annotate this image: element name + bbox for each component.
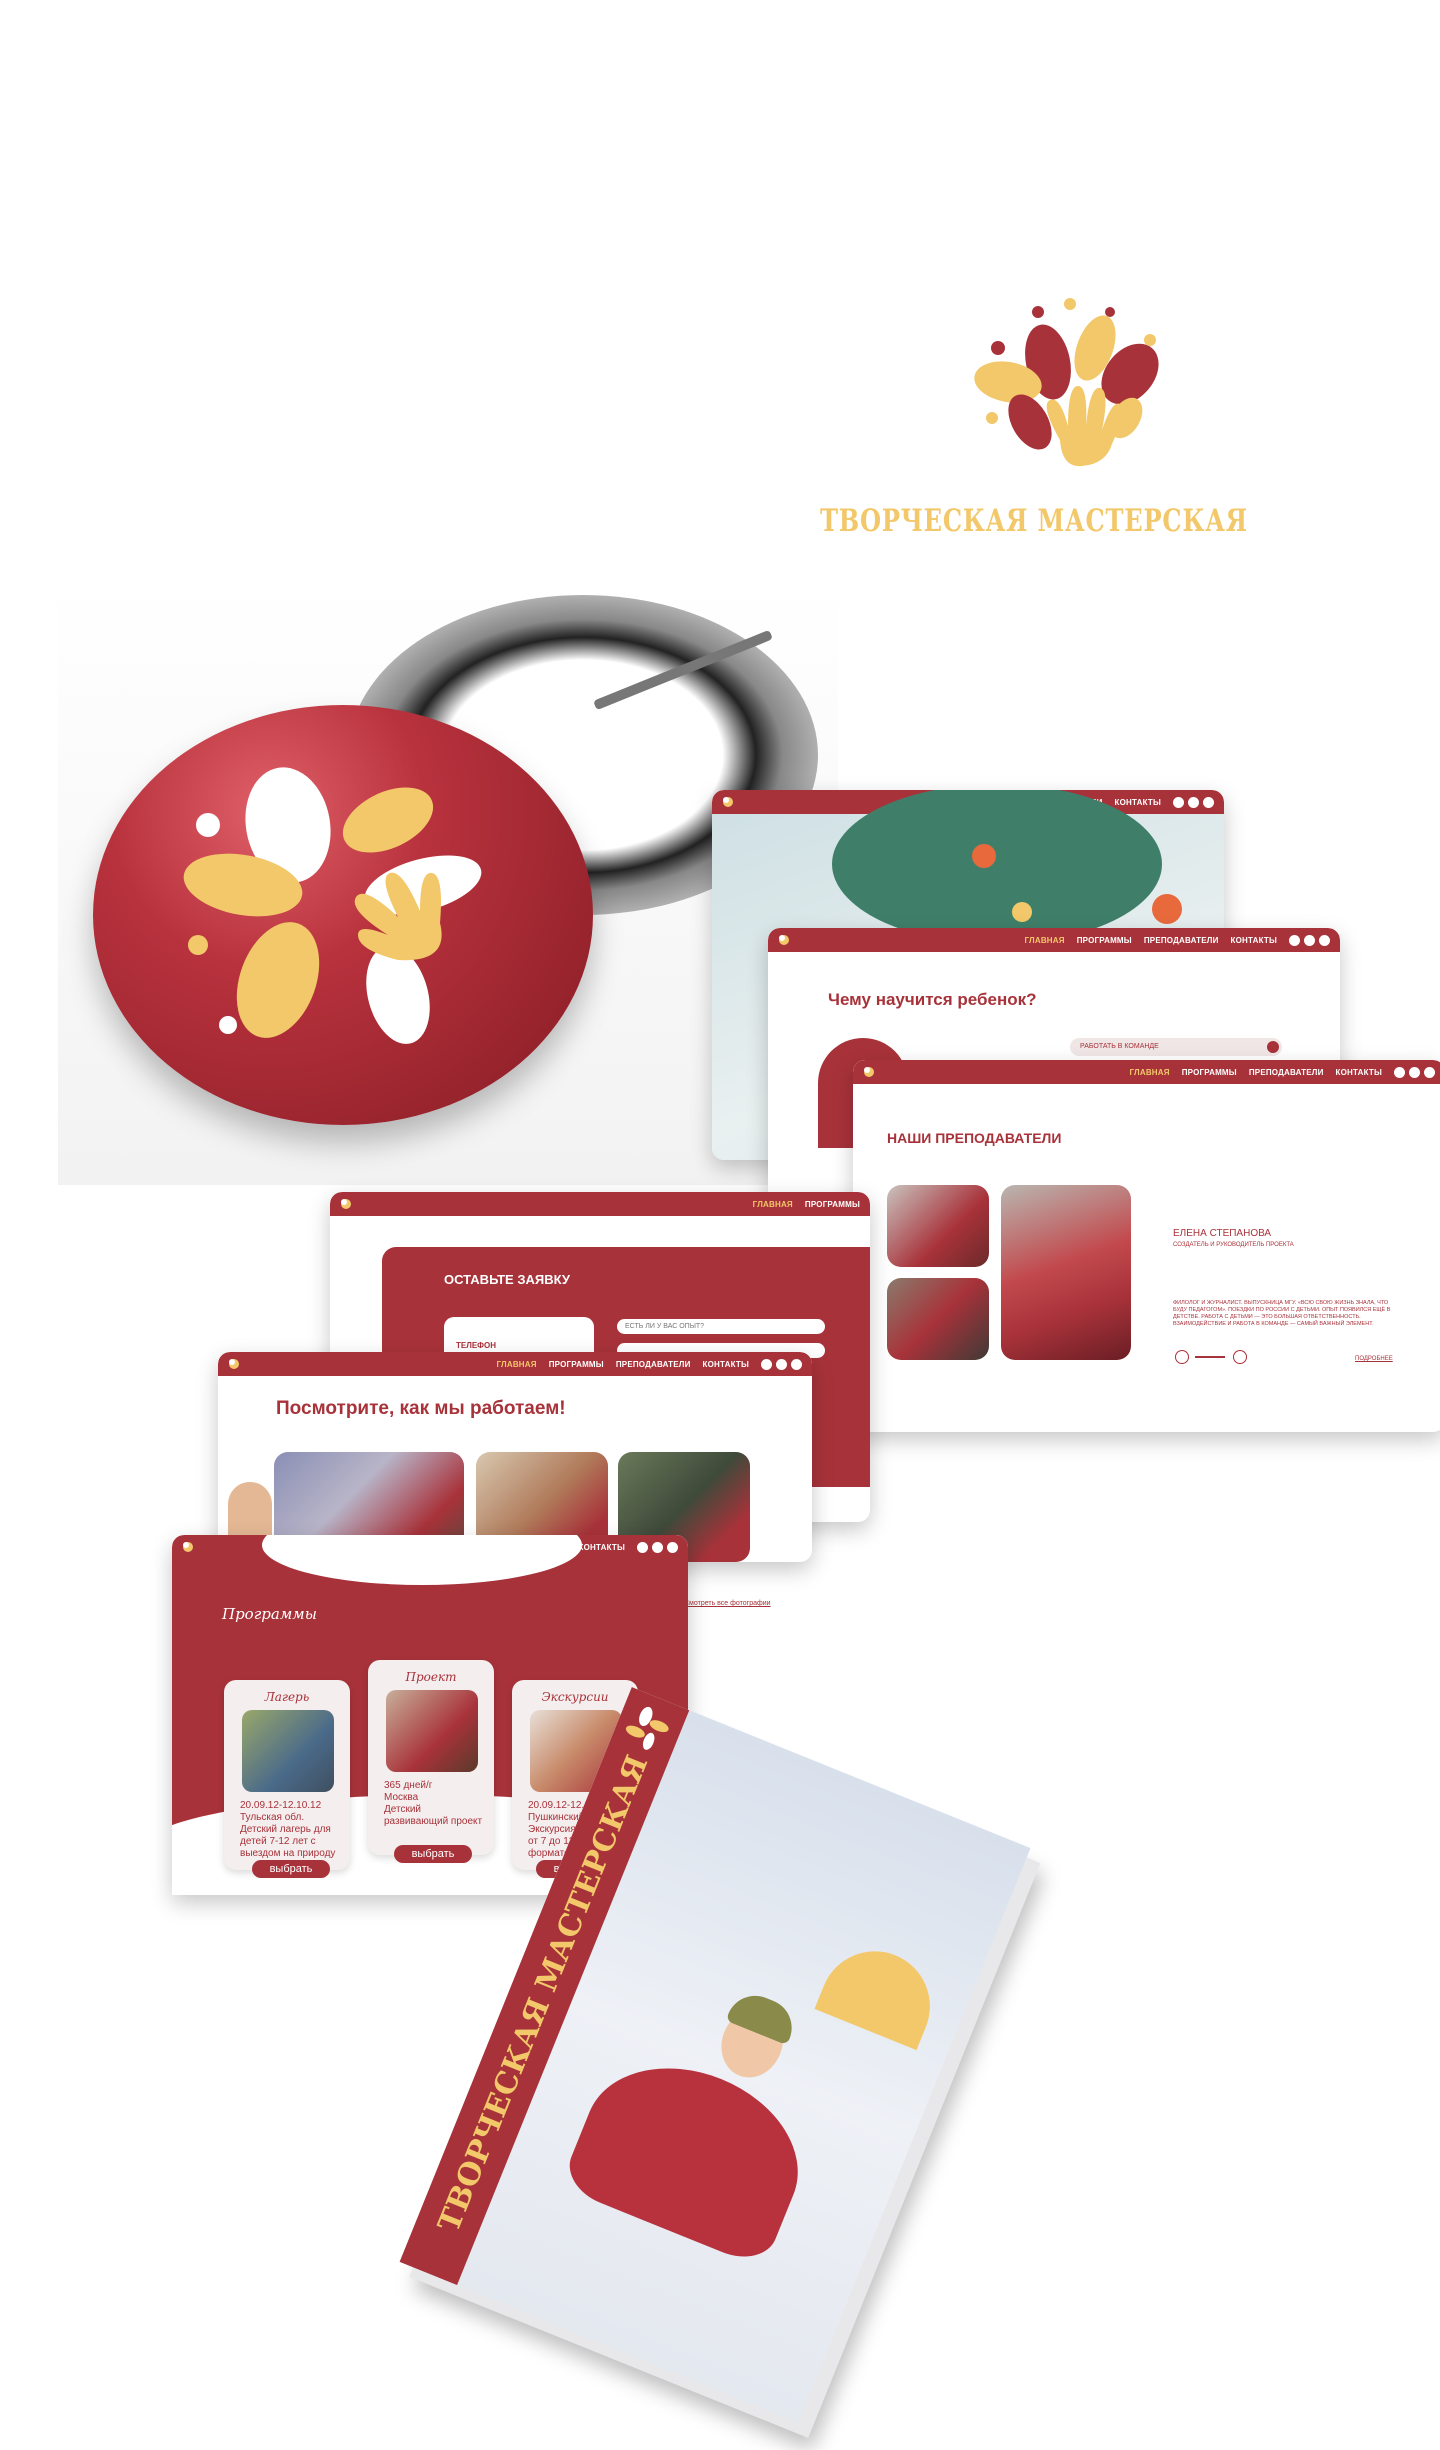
brand-logo: ТВОРЧЕСКАЯ МАСТЕРСКАЯ [820, 290, 1260, 540]
navbar: ГЛАВНАЯ ПРОГРАММЫ [330, 1192, 870, 1216]
program-title: Проект [405, 1670, 457, 1684]
more-link[interactable]: ПОДРОБНЕЕ [1355, 1356, 1393, 1362]
logo-icon [779, 935, 789, 945]
book-character-cape [559, 2037, 824, 2269]
program-title: Лагерь [264, 1690, 310, 1704]
vk-icon[interactable] [667, 1541, 678, 1553]
flower-hand-icon [974, 298, 1159, 467]
chevron-down-icon[interactable] [1267, 1041, 1279, 1053]
carousel-dots [1195, 1356, 1225, 1358]
teacher-name: ЕЛЕНА СТЕПАНОВА [1173, 1228, 1272, 1239]
vk-icon[interactable] [1203, 796, 1214, 808]
logo-icon [341, 1199, 351, 1209]
navbar: ГЛАВНАЯ ПРОГРАММЫ ПРЕПОДАВАТЕЛИ КОНТАКТЫ [768, 928, 1340, 952]
nav-programs[interactable]: ПРОГРАММЫ [1077, 936, 1132, 945]
next-arrow-icon[interactable] [1233, 1350, 1247, 1364]
instagram-icon[interactable] [1304, 934, 1315, 946]
book-dome [814, 1934, 947, 2051]
book-mockup: ТВОРЧЕСКАЯ МАСТЕРСКАЯ [399, 1687, 1100, 2438]
phone-icon[interactable] [1289, 934, 1300, 946]
mock-gallery: ГЛАВНАЯ ПРОГРАММЫ ПРЕПОДАВАТЕЛИ КОНТАКТЫ… [218, 1352, 812, 1562]
nav-teachers[interactable]: ПРЕПОДАВАТЕЛИ [1144, 936, 1219, 945]
logo-icon [864, 1067, 874, 1077]
program-date: 20.09.12-12.10.12 [240, 1800, 322, 1811]
navbar: ГЛАВНАЯ ПРОГРАММЫ ПРЕПОДАВАТЕЛИ КОНТАКТЫ [218, 1352, 812, 1376]
nav-contacts[interactable]: КОНТАКТЫ [1231, 936, 1277, 945]
program-desc: Детский лагерь для детей 7-12 лет с выез… [240, 1824, 336, 1859]
logo-icon [723, 797, 733, 807]
nav-contacts[interactable]: КОНТАКТЫ [579, 1543, 625, 1552]
instagram-icon[interactable] [652, 1541, 663, 1553]
programs-title: Программы [222, 1605, 317, 1623]
vk-icon[interactable] [791, 1358, 802, 1370]
program-place: Тульская обл. [240, 1812, 305, 1823]
phone-icon[interactable] [1394, 1066, 1405, 1078]
badge-flower-icon [183, 767, 482, 1044]
instagram-icon[interactable] [1188, 796, 1199, 808]
nav-programs[interactable]: ПРОГРАММЫ [1182, 1068, 1237, 1077]
select-button[interactable]: выбрать [252, 1860, 330, 1878]
logo-icon [183, 1542, 193, 1552]
phone-icon[interactable] [761, 1358, 772, 1370]
phone-label: ТЕЛЕФОН [456, 1341, 496, 1350]
vk-icon[interactable] [1424, 1066, 1435, 1078]
teacher-role: СОЗДАТЕЛЬ И РУКОВОДИТЕЛЬ ПРОЕКТА [1173, 1242, 1294, 1248]
question-select[interactable]: ЕСТЬ ЛИ У ВАС ОПЫТ? [617, 1319, 825, 1334]
gallery-title: Посмотрите, как мы работаем! [276, 1398, 566, 1419]
teacher-photo-main [1001, 1185, 1131, 1360]
nav-teachers[interactable]: ПРЕПОДАВАТЕЛИ [616, 1360, 691, 1369]
vk-icon[interactable] [1319, 934, 1330, 946]
prev-arrow-icon[interactable] [1175, 1350, 1189, 1364]
nav-home[interactable]: ГЛАВНАЯ [1025, 936, 1065, 945]
question-placeholder: ЕСТЬ ЛИ У ВАС ОПЫТ? [625, 1323, 705, 1330]
teachers-title: НАШИ ПРЕПОДАВАТЕЛИ [887, 1130, 1062, 1146]
nav-home[interactable]: ГЛАВНАЯ [753, 1200, 793, 1209]
logo-icon [229, 1359, 239, 1369]
instagram-icon[interactable] [1409, 1066, 1420, 1078]
nav-programs[interactable]: ПРОГРАММЫ [549, 1360, 604, 1369]
program-card: Лагерь 20.09.12-12.10.12 Тульская обл. Д… [224, 1680, 350, 1870]
nav-home[interactable]: ГЛАВНАЯ [1130, 1068, 1170, 1077]
program-photo [242, 1710, 334, 1792]
book-cover: ТВОРЧЕСКАЯ МАСТЕРСКАЯ [399, 1687, 1031, 2423]
instagram-icon[interactable] [776, 1358, 787, 1370]
phone-icon[interactable] [1173, 796, 1184, 808]
teacher-photo-1 [887, 1185, 989, 1267]
teacher-photo-2 [887, 1278, 989, 1360]
nav-teachers[interactable]: ПРЕПОДАВАТЕЛИ [1249, 1068, 1324, 1077]
nav-home[interactable]: ГЛАВНАЯ [497, 1360, 537, 1369]
mock-teachers: ГЛАВНАЯ ПРОГРАММЫ ПРЕПОДАВАТЕЛИ КОНТАКТЫ… [853, 1060, 1440, 1432]
all-photos-link[interactable]: Смотреть все фотографии [684, 1600, 771, 1607]
nav-contacts[interactable]: КОНТАКТЫ [1336, 1068, 1382, 1077]
skills-select-value: РАБОТАТЬ В КОМАНДЕ [1080, 1043, 1159, 1050]
nav-contacts[interactable]: КОНТАКТЫ [703, 1360, 749, 1369]
navbar: ГЛАВНАЯ ПРОГРАММЫ ПРЕПОДАВАТЕЛИ КОНТАКТЫ [853, 1060, 1440, 1084]
skills-title: Чему научится ребенок? [828, 990, 1037, 1009]
skills-select[interactable]: РАБОТАТЬ В КОМАНДЕ [1070, 1038, 1282, 1056]
request-title: ОСТАВЬТЕ ЗАЯВКУ [444, 1272, 570, 1287]
teacher-bio: ФИЛОЛОГ И ЖУРНАЛИСТ. ВЫПУСКНИЦА МГУ. «ВС… [1173, 1300, 1391, 1327]
nav-contacts[interactable]: КОНТАКТЫ [1115, 798, 1161, 807]
nav-programs[interactable]: ПРОГРАММЫ [805, 1200, 860, 1209]
logo-text: ТВОРЧЕСКАЯ МАСТЕРСКАЯ [820, 503, 1248, 539]
phone-icon[interactable] [637, 1541, 648, 1553]
